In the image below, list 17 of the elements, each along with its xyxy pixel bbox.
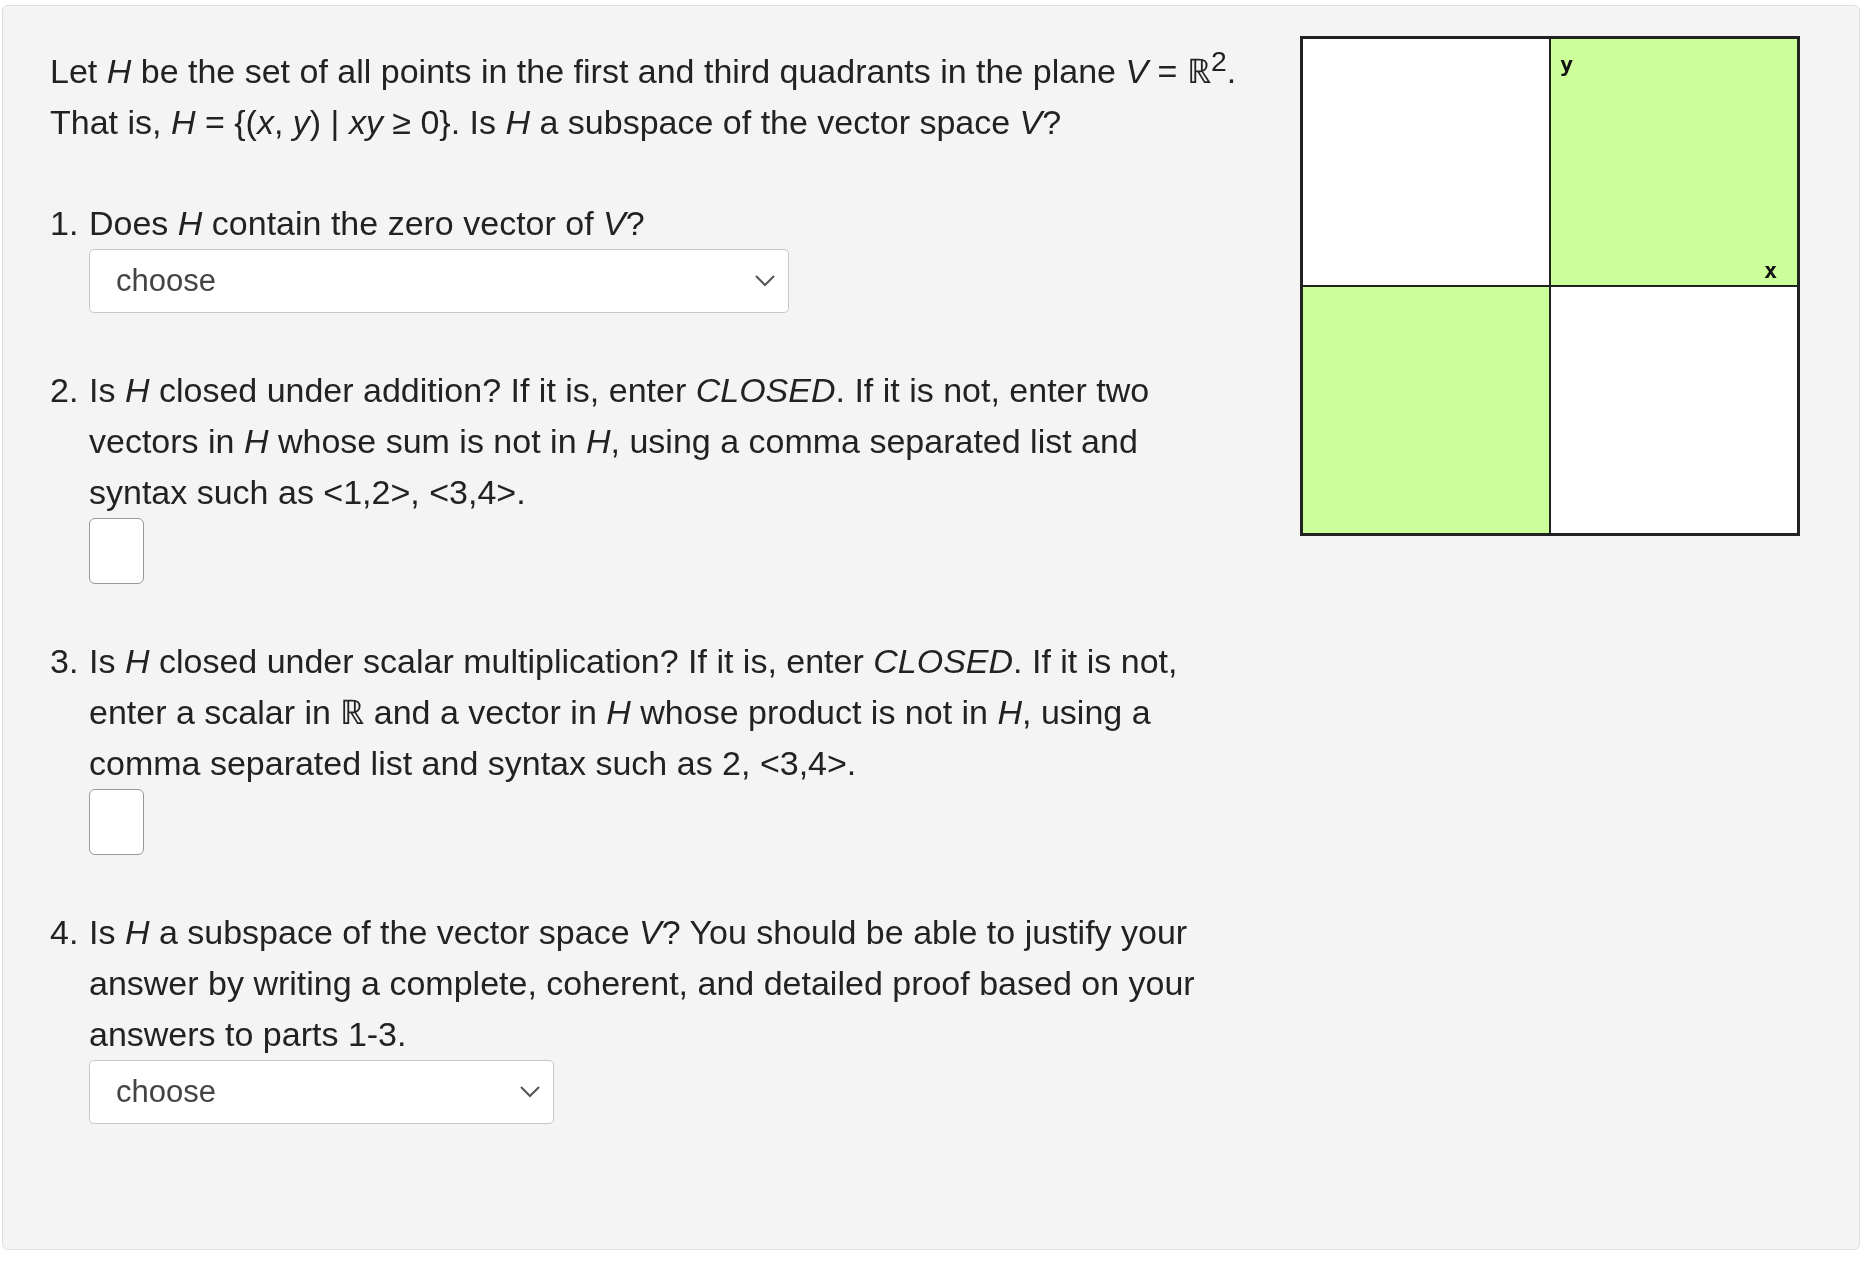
- answer-dropdown[interactable]: choose: [89, 249, 789, 314]
- question-text: Is H closed under addition? If it is, enter CLOSED. If it is not, enter two vectors in H whose sum is not in H, using a comma separated list and syntax such as <1,2>, <3,4>.: [89, 370, 1151, 514]
- answer-box[interactable]: [89, 789, 144, 856]
- chevron-icon: [519, 1085, 541, 1100]
- question-number: 2.: [50, 370, 80, 412]
- question-number: 4.: [50, 912, 80, 954]
- question-number: 1.: [50, 203, 80, 245]
- question-number: 3.: [50, 641, 80, 683]
- question-text: Is H closed under scalar multiplication? If it is, enter CLOSED. If it is not, enter a scalar in ℝ and a vector in H whose product is not in H, using a comma separated list and syntax such as 2, <3,4>.: [89, 641, 1179, 785]
- y-axis-label: y: [1560, 52, 1574, 77]
- chevron-icon: [754, 274, 776, 289]
- answer-dropdown[interactable]: choose: [89, 1060, 554, 1125]
- problem-statement: Let H be the set of all points in the first and third quadrants in the plane V = ℝ$^{2}$. That is, H = {(x, y) | xy ≥ 0}. Is H a subspace of the vector space V?: [50, 44, 1238, 144]
- question-text: Does H contain the zero vector of V?: [89, 203, 646, 245]
- answer-box[interactable]: [89, 518, 144, 585]
- x-axis-label: x: [1764, 258, 1778, 283]
- question-text: Is H a subspace of the vector space V? You should be able to justify your answer by writing a complete, coherent, and detailed proof based on your answers to parts 1-3.: [89, 912, 1196, 1056]
